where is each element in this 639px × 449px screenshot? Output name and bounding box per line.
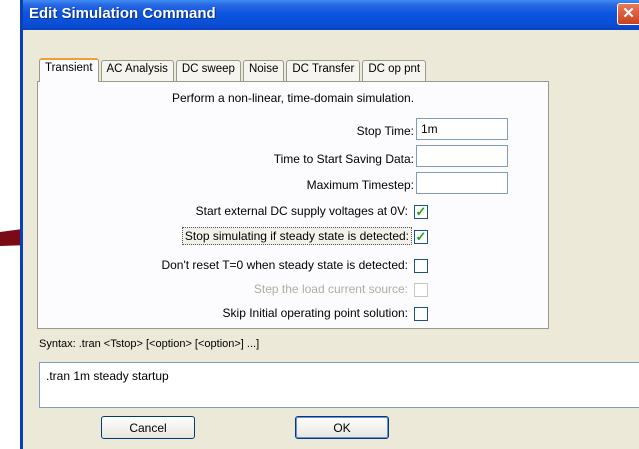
window-title: Edit Simulation Command	[23, 0, 639, 30]
tab-ac-analysis[interactable]: AC Analysis	[100, 60, 174, 81]
option-label-step-load: Step the load current source:	[253, 282, 408, 296]
option-label-steady-state: Stop simulating if steady state is detec…	[181, 227, 412, 245]
checkbox-step-load	[414, 283, 428, 297]
tab-transient[interactable]: Transient	[39, 58, 99, 82]
max-timestep-label: Maximum Timestep:	[306, 178, 414, 192]
edit-simulation-dialog: Edit Simulation Command ✕ Transient AC A…	[20, 0, 639, 449]
transient-panel: Perform a non-linear, time-domain simula…	[37, 81, 549, 329]
tab-dc-transfer[interactable]: DC Transfer	[286, 60, 361, 81]
panel-description: Perform a non-linear, time-domain simula…	[171, 91, 415, 105]
syntax-hint: Syntax: .tran <Tstop> [<option> [<option…	[39, 338, 260, 350]
checkbox-steady-state[interactable]: ✓	[414, 230, 428, 244]
checkbox-no-reset[interactable]	[414, 259, 428, 273]
stop-time-label: Stop Time:	[356, 124, 414, 138]
checkbox-skip-op[interactable]	[414, 307, 428, 321]
start-saving-input[interactable]	[416, 145, 508, 167]
tab-dc-op-pnt[interactable]: DC op pnt	[362, 60, 427, 81]
ok-button[interactable]: OK	[295, 416, 389, 439]
tab-dc-sweep[interactable]: DC sweep	[175, 60, 241, 81]
command-text-field[interactable]: .tran 1m steady startup	[39, 362, 639, 408]
max-timestep-input[interactable]	[416, 172, 508, 194]
checkbox-dc-supply[interactable]: ✓	[414, 205, 428, 219]
option-label-dc-supply: Start external DC supply voltages at 0V:	[195, 204, 408, 218]
cancel-button[interactable]: Cancel	[101, 416, 195, 439]
tab-strip: Transient AC Analysis DC sweep Noise DC …	[39, 58, 428, 82]
option-label-no-reset: Don't reset T=0 when steady state is det…	[161, 258, 408, 272]
tab-noise[interactable]: Noise	[242, 60, 285, 81]
close-icon[interactable]: ✕	[617, 3, 639, 25]
option-label-skip-op: Skip Initial operating point solution:	[222, 306, 408, 320]
stop-time-input[interactable]: 1m	[416, 118, 508, 140]
start-saving-label: Time to Start Saving Data:	[273, 152, 414, 166]
